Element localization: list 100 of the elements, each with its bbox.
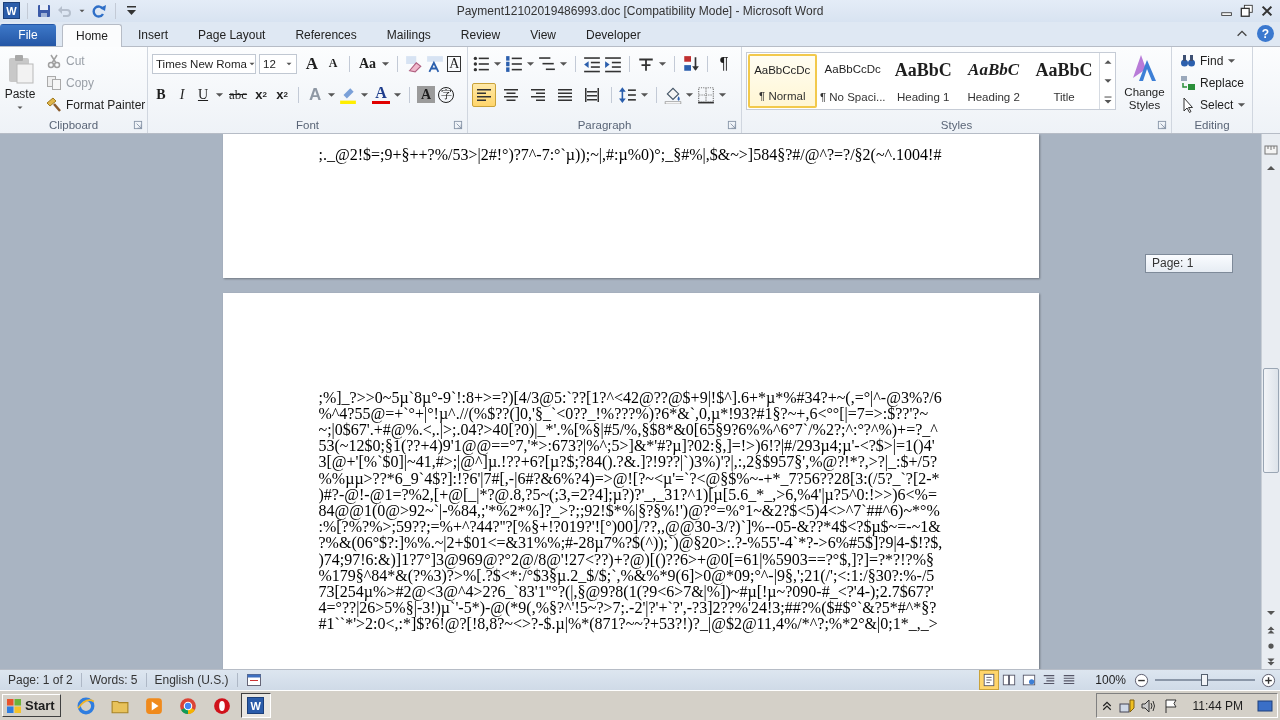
paste-button[interactable]: Paste [4, 86, 36, 101]
style-preview: AaBbC [1035, 59, 1093, 81]
strikethrough-button[interactable]: abc [227, 83, 250, 106]
show-formatting-button[interactable]: ¶ [715, 52, 733, 75]
ribbon-tab[interactable]: Home [62, 23, 122, 47]
style-item[interactable]: AaBbC Heading 2 [959, 53, 1028, 108]
ribbon-tab[interactable]: Insert [124, 23, 183, 46]
file-tab[interactable]: File [0, 23, 56, 46]
text-line: %^4?55@=+`°+|°!µ^.//(%$??(]0,'§_`<0??_!%???%)?6*&`,0,µ*!93?#1§?~+,6<°°[|=7=>:$??'?~ [318, 405, 929, 423]
dialog-launcher-icon[interactable] [727, 119, 737, 130]
status-text[interactable]: English (U.S.) [146, 673, 238, 688]
borders-icon[interactable] [697, 85, 715, 104]
select-button[interactable]: Select [1200, 97, 1234, 112]
ribbon-tab[interactable]: References [281, 23, 371, 46]
word-logo-icon[interactable]: W [247, 697, 265, 715]
style-preview: AaBbC [894, 59, 952, 81]
dialog-launcher-icon[interactable] [133, 119, 143, 130]
underline-button[interactable]: U [194, 83, 212, 106]
eraser-icon[interactable] [405, 54, 424, 73]
text-line: ~;|0$67'.+#@%.<,.|>;.04?>40[?0)|_*'.%[%§|#5/%,§$8*&0[65§9?6%%^6°7`/%2?;^:°?^%)+=?_^ [318, 422, 939, 439]
multilevel-list-icon[interactable] [538, 54, 556, 73]
zoom-out-icon[interactable] [1134, 672, 1149, 688]
increase-indent-icon[interactable] [604, 54, 622, 73]
ribbon-tab[interactable]: Mailings [372, 23, 445, 46]
text-line: )#?-@!-@1=?%2,[+@[_|*?@.8,?5~(;3,=2?4];µ?)?'_,_31?^1)[µ[5.6_*_,>6,%4'|µ?5^0:!>>)6<%= [318, 486, 937, 504]
start-button[interactable]: Start [2, 694, 61, 718]
four-squares-icon[interactable] [6, 697, 22, 714]
text-line: 73[254µ%>#2@<3@^4>2?6_`83'1''°?(|,§@9?8(1(?9<6>7&|%])~#µ[!µ~?090-#_<?'4-);2.7$67?' [318, 584, 934, 601]
format-painter-button[interactable]: Format Painter [66, 97, 146, 112]
vertical-scrollbar[interactable] [1261, 133, 1280, 670]
character-border-button[interactable]: A [447, 55, 462, 72]
text-line: :%[?%?%>;59??;=%+^?44?''?[%§+!?019?'![°)00]/??,,@@30-3/?)`]%--05-&??*4$<?$µ$~=-~1& [318, 519, 941, 536]
style-name: Title [1053, 90, 1075, 103]
style-item[interactable]: AaBbC Title [1029, 53, 1099, 108]
decrease-indent-icon[interactable] [583, 54, 601, 73]
zoom-in-icon[interactable] [1261, 672, 1276, 688]
status-text[interactable]: Words: 5 [81, 673, 147, 688]
phonetic-guide-icon[interactable] [426, 54, 445, 73]
show-desktop-icon[interactable] [1257, 697, 1273, 714]
change-case-button[interactable]: Aa [357, 52, 379, 75]
shrink-font-button[interactable]: A [324, 52, 342, 75]
restore-icon[interactable] [1240, 3, 1254, 18]
style-name: Heading 1 [896, 90, 950, 103]
line-spacing-icon[interactable] [619, 85, 637, 104]
find-button[interactable]: Find [1200, 53, 1224, 68]
action-center-icon[interactable] [1162, 697, 1179, 714]
word-logo-icon[interactable]: W [3, 2, 20, 20]
network-icon[interactable] [1118, 697, 1135, 714]
shading-bucket-icon[interactable] [664, 85, 682, 104]
show-hidden-icons-icon[interactable] [1100, 699, 1113, 712]
text-line: 53(~12$0;§1(??+4)9'1@@==°7,'*>:673?|%^;5>]&*'#?µ]?02:§,]=!>)6!?|#/293µ4;µ'-<?$>|=1()4' [318, 438, 935, 455]
opera-icon[interactable] [212, 696, 231, 715]
text-line: %%µµ>??*6_9`4$?]:!?6'|7#[,-|6#?&6%?4)=>@![?~<µ'=`?<@§$%~-+*_7?56??28[3:(/5?_`?[2-* [318, 470, 941, 487]
style-preview: AaBbCcDc [754, 63, 811, 76]
grow-font-button[interactable]: A [303, 52, 321, 75]
binoculars-icon[interactable] [1180, 52, 1196, 69]
dialog-launcher-icon[interactable] [1157, 119, 1167, 130]
italic-button[interactable]: I [173, 83, 191, 106]
zoom-thumb[interactable] [1201, 674, 1208, 687]
volume-icon[interactable] [1140, 697, 1157, 714]
group-label: Font [296, 118, 319, 131]
ribbon-tab[interactable]: Developer [571, 23, 655, 46]
close-icon[interactable] [1260, 3, 1274, 18]
redo-icon[interactable] [91, 2, 107, 19]
style-item[interactable]: AaBbC Heading 1 [888, 53, 958, 108]
status-text[interactable]: Page: 1 of 2 [0, 673, 82, 688]
bullets-icon[interactable] [472, 54, 490, 73]
replace-icon[interactable] [1180, 74, 1196, 91]
character-shading-button[interactable]: A [417, 86, 436, 104]
group-label: Paragraph [577, 118, 632, 131]
ribbon-tab[interactable]: Page Layout [184, 23, 280, 46]
bold-button[interactable]: B [152, 83, 170, 106]
font-color-button[interactable]: A [372, 85, 391, 104]
replace-button[interactable]: Replace [1200, 75, 1245, 90]
proofing-icon[interactable] [245, 672, 262, 689]
help-button[interactable]: ? [1257, 25, 1274, 43]
window-title: Payment12102019486993.doc [Compatibility Mode] - Microsoft Word [456, 3, 824, 18]
style-item[interactable]: AaBbCcDc ¶ Normal [748, 53, 817, 108]
browser-icon[interactable] [76, 696, 95, 715]
numbering-icon[interactable] [505, 54, 523, 73]
save-icon[interactable] [36, 2, 52, 19]
font-size-field[interactable]: 12 [259, 53, 297, 74]
sort-icon[interactable] [682, 54, 700, 73]
scroll-thumb[interactable] [1263, 367, 1279, 473]
style-item[interactable]: AaBbCcDc ¶ No Spaci... [818, 53, 887, 108]
zoom-level[interactable]: 100% [1079, 673, 1134, 688]
cursor-icon[interactable] [1180, 96, 1196, 113]
superscript-button[interactable]: x$^{2}$ [273, 83, 292, 106]
chrome-icon[interactable] [178, 696, 197, 715]
page-tooltip: Page: 1 [1145, 253, 1233, 273]
text-line: ;%]_?>>0~5µ`8µ°-9`!:8+>=?)[4/3@5:`??[1?^<42@??@$+9|!$^].6+*µ*%#34?+~(,=°|^-@3%?/6 [318, 389, 943, 406]
clock: 11:44 PM [1191, 698, 1244, 713]
dialog-launcher-icon[interactable] [453, 119, 463, 130]
ribbon-tab[interactable]: View [516, 23, 570, 46]
taskbar-button[interactable]: W [240, 693, 271, 719]
ribbon-tab[interactable]: Review [446, 23, 515, 46]
font-name-field[interactable]: Times New Roma [152, 53, 256, 74]
change-styles-button[interactable]: Change Styles [1122, 85, 1167, 112]
brush-icon[interactable] [46, 96, 62, 113]
text-line: 4=°??|26>5%§|-3!)µ`'-5*)-@(*9(,%§?^'!5~?>7;.-2'|?'+`?',-?3]2??%'24!3;##?%($#$°`&?5*#^*§? [318, 600, 938, 617]
